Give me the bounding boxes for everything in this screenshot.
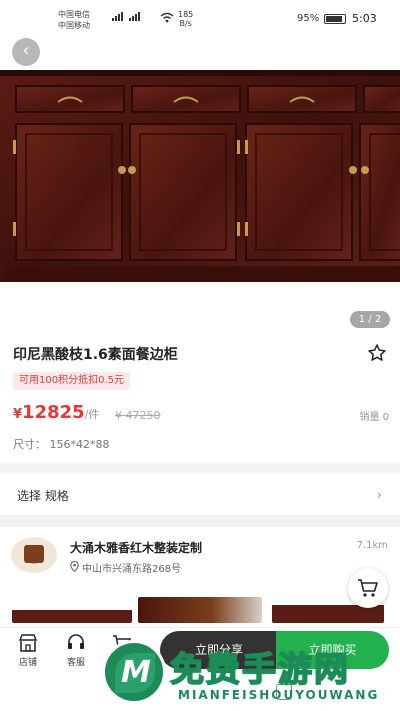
cart-add-icon — [113, 635, 131, 647]
cart-button[interactable] — [348, 568, 388, 608]
original-price: ¥ 47250 — [115, 409, 161, 422]
carrier-info: 中国电信 中国移动 — [58, 9, 90, 31]
sales-count: 销量 0 — [359, 412, 389, 423]
carrier-1: 中国电信 — [58, 10, 90, 19]
thumbnail[interactable] — [138, 597, 262, 623]
add-to-cart-button[interactable]: 加 — [104, 634, 140, 668]
customer-service-label: 客服 — [66, 658, 85, 668]
signal-icon — [112, 12, 140, 21]
price: ¥12825/件 — [13, 402, 99, 423]
product-size: 尺寸： 156*42*88 — [13, 438, 110, 451]
buy-now-button[interactable]: 立即购买 — [276, 631, 389, 669]
net-speed: 185 B/s — [178, 10, 193, 28]
home-nav-icon[interactable] — [276, 684, 292, 700]
battery-percent: 95% — [297, 13, 320, 24]
product-title: 印尼黑酸枝1.6素面餐边柜 — [13, 347, 178, 363]
sideboard-image — [0, 70, 400, 332]
share-now-button[interactable]: 立即分享 — [160, 631, 278, 669]
net-speed-unit: B/s — [179, 19, 192, 28]
status-bar: 中国电信 中国移动 185 B/s 95% 5:03 — [0, 0, 400, 36]
cart-icon — [358, 579, 378, 597]
wifi-icon — [160, 12, 174, 23]
price-value: 12825 — [22, 402, 85, 423]
section-divider — [0, 463, 400, 473]
store-logo — [11, 537, 57, 573]
add-to-cart-label: 加 — [117, 658, 127, 668]
headset-icon — [68, 634, 84, 649]
customer-service-button[interactable]: 客服 — [58, 634, 94, 668]
spec-selector[interactable]: 选择 规格 › — [0, 473, 400, 515]
currency-symbol: ¥ — [13, 407, 23, 422]
location-pin-icon — [70, 561, 79, 572]
system-nav-bar — [0, 676, 400, 711]
thumbnail[interactable] — [12, 597, 132, 623]
points-coupon-tag: 可用100积分抵扣0.5元 — [13, 372, 130, 390]
carrier-2: 中国移动 — [58, 21, 90, 30]
net-speed-value: 185 — [178, 10, 194, 19]
store-address-line: 中山市兴涌东路268号 — [70, 560, 181, 575]
store-address: 中山市兴涌东路268号 — [82, 564, 182, 575]
bottom-action-bar: 店铺 客服 加 立即分享 立即购买 — [0, 627, 400, 676]
chevron-right-icon: › — [376, 488, 382, 503]
store-product-thumbnails — [12, 597, 392, 623]
favorite-star-icon[interactable] — [366, 343, 388, 363]
spec-label: 选择 规格 — [17, 489, 69, 503]
store-name: 大涌木雅香红木整装定制 — [70, 541, 203, 555]
product-image-gallery[interactable] — [0, 36, 400, 332]
section-divider — [0, 515, 400, 527]
store-icon — [18, 634, 38, 652]
clock: 5:03 — [352, 12, 377, 25]
store-distance: 7.1km — [356, 540, 388, 551]
back-button[interactable]: ‹ — [12, 38, 40, 66]
product-detail-page: 中国电信 中国移动 185 B/s 95% 5:03 ‹ 1 / 2 印尼黑酸枝… — [0, 0, 400, 711]
store-nav-label: 店铺 — [18, 658, 37, 668]
store-card[interactable]: 大涌木雅香红木整装定制 7.1km 中山市兴涌东路268号 — [0, 527, 400, 627]
image-page-indicator: 1 / 2 — [350, 311, 390, 328]
battery-icon — [324, 14, 346, 24]
price-unit: /件 — [84, 408, 100, 421]
store-nav-button[interactable]: 店铺 — [10, 634, 46, 668]
